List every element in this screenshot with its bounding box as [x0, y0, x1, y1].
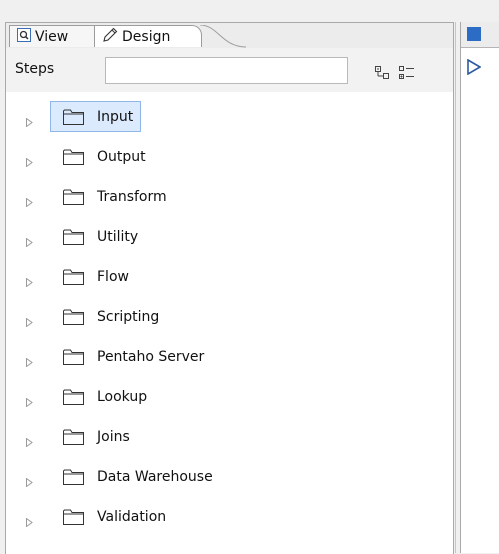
tree-node[interactable]: Flow	[50, 261, 137, 292]
tree-node-label: Scripting	[97, 308, 160, 325]
tree-node[interactable]: Lookup	[50, 381, 155, 412]
expand-arrow-icon[interactable]	[26, 115, 33, 131]
tree-item: Joins	[6, 420, 453, 460]
expand-arrow-icon[interactable]	[26, 195, 33, 211]
transformation-icon	[467, 27, 481, 41]
list-expand-icon[interactable]	[399, 66, 415, 84]
tree-node[interactable]: Scripting	[50, 301, 167, 332]
tree-node-label: Utility	[97, 228, 139, 245]
tab-transformation[interactable]	[461, 22, 499, 48]
folder-icon	[63, 309, 84, 325]
tree-node[interactable]: Validation	[50, 501, 174, 532]
expand-arrow-icon[interactable]	[26, 155, 33, 171]
tree-node-label: Transform	[97, 188, 167, 205]
tree-item: Lookup	[6, 380, 453, 420]
pencil-icon	[101, 26, 119, 48]
tree-node[interactable]: Input	[50, 101, 142, 132]
expand-arrow-icon[interactable]	[26, 395, 33, 411]
steps-toolbar: Steps	[6, 48, 453, 92]
tree-node[interactable]: Joins	[50, 421, 138, 452]
folder-icon	[63, 269, 84, 285]
folder-icon	[63, 229, 84, 245]
folder-icon	[63, 149, 84, 165]
folder-icon	[63, 389, 84, 405]
expand-arrow-icon[interactable]	[26, 235, 33, 251]
steps-label: Steps	[15, 61, 55, 77]
tree-node[interactable]: Utility	[50, 221, 146, 252]
tree-item: Validation	[6, 500, 453, 540]
folder-icon	[63, 109, 84, 125]
tree-node-label: Input	[97, 108, 134, 125]
window-top-strip	[0, 0, 499, 22]
expand-arrow-icon[interactable]	[26, 275, 33, 291]
panel-sash[interactable]	[455, 22, 456, 553]
tree-item: Pentaho Server	[6, 340, 453, 380]
tree-node-label: Joins	[97, 428, 130, 445]
tab-design[interactable]: Design	[94, 25, 202, 47]
tree-item: Output	[6, 140, 453, 180]
tab-view-label: View	[35, 28, 69, 45]
tree-node[interactable]: Pentaho Server	[50, 341, 212, 372]
tree-item: Data Warehouse	[6, 460, 453, 500]
tree-item: Flow	[6, 260, 453, 300]
tree-node-label: Output	[97, 148, 146, 165]
folder-icon	[63, 189, 84, 205]
tree-item: Input	[6, 100, 453, 140]
steps-search-input[interactable]	[105, 57, 348, 84]
tab-curve	[200, 25, 248, 48]
tree-node-label: Flow	[97, 268, 129, 285]
tree-node-label: Data Warehouse	[97, 468, 213, 485]
tree-node[interactable]: Transform	[50, 181, 175, 212]
tree-collapse-icon[interactable]	[375, 66, 391, 84]
expand-arrow-icon[interactable]	[26, 435, 33, 451]
tree-node-label: Lookup	[97, 388, 148, 405]
view-icon	[16, 27, 32, 47]
folder-icon	[63, 509, 84, 525]
folder-icon	[63, 349, 84, 365]
tree-node[interactable]: Data Warehouse	[50, 461, 221, 492]
folder-icon	[63, 429, 84, 445]
panel-tabbar: View Design	[6, 23, 453, 49]
folder-icon	[63, 469, 84, 485]
expand-arrow-icon[interactable]	[26, 515, 33, 531]
expand-arrow-icon[interactable]	[26, 315, 33, 331]
explorer-panel: View Design Steps Input Output Transform…	[5, 22, 454, 554]
tree-node-label: Validation	[97, 508, 167, 525]
tab-view[interactable]: View	[9, 25, 95, 47]
tree-item: Transform	[6, 180, 453, 220]
tree-item: Utility	[6, 220, 453, 260]
tree-node-label: Pentaho Server	[97, 348, 205, 365]
tab-design-label: Design	[122, 28, 171, 45]
tree-item: Scripting	[6, 300, 453, 340]
expand-arrow-icon[interactable]	[26, 475, 33, 491]
canvas-panel	[460, 22, 499, 553]
tree-node[interactable]: Output	[50, 141, 154, 172]
expand-arrow-icon[interactable]	[26, 355, 33, 371]
steps-tree: Input Output Transform Utility Flow Scri…	[6, 100, 453, 540]
run-triangle-icon[interactable]	[467, 58, 482, 79]
